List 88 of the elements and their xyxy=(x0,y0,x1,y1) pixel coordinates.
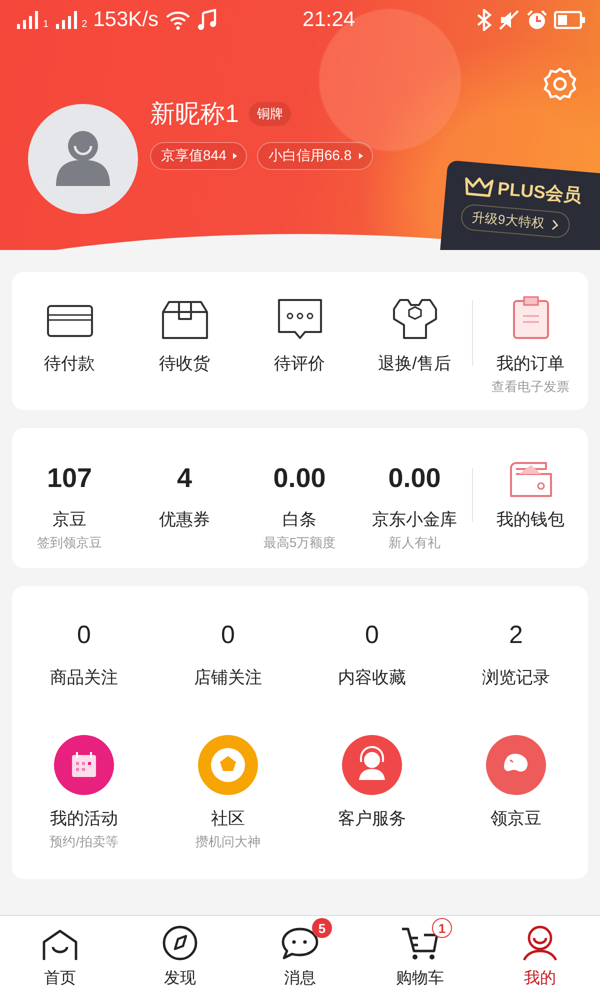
user-name: 新昵称1 xyxy=(150,99,239,130)
alarm-icon xyxy=(526,9,548,31)
clock: 21:24 xyxy=(302,8,356,32)
item-value: 4 xyxy=(176,462,192,495)
item-label: 白条 xyxy=(282,509,316,531)
wrench-icon xyxy=(392,298,438,340)
tab[interactable]: 首页 xyxy=(0,916,120,995)
service-entry[interactable]: 客户服务 xyxy=(338,735,406,851)
item-value: 0.00 xyxy=(273,462,326,495)
sim-number: 2 xyxy=(82,20,88,30)
item-value: 0.00 xyxy=(388,462,441,495)
music-icon xyxy=(196,9,217,31)
item-hint: 签到领京豆 xyxy=(37,534,102,552)
count-entry[interactable]: 0 店铺关注 xyxy=(194,620,262,689)
score-chip[interactable]: 小白信用66.8 xyxy=(257,142,373,170)
item-value: 0 xyxy=(365,620,379,650)
order-entry[interactable]: 待评价 xyxy=(242,290,357,396)
item-label: 我的活动 xyxy=(50,808,118,830)
chevron-icon xyxy=(552,218,560,230)
item-value: 0 xyxy=(221,620,235,650)
item-label: 社区 xyxy=(211,808,245,830)
tab[interactable]: 5 消息 xyxy=(240,916,360,995)
item-label: 领京豆 xyxy=(490,808,542,830)
item-value: 107 xyxy=(46,462,92,495)
item-label: 京东小金库 xyxy=(372,509,457,531)
bluetooth-icon xyxy=(476,9,492,31)
item-label: 优惠券 xyxy=(159,509,210,531)
count-entry[interactable]: 0 商品关注 xyxy=(50,620,118,689)
item-hint: 攒机问大神 xyxy=(196,833,260,851)
mute-icon xyxy=(498,9,520,31)
item-label: 待收货 xyxy=(159,353,210,375)
item-label: 待付款 xyxy=(44,353,95,375)
item-label: 浏览记录 xyxy=(482,667,550,689)
wifi-icon xyxy=(164,10,191,30)
item-hint: 最高5万额度 xyxy=(263,534,336,552)
sim-number: 1 xyxy=(43,20,49,30)
order-entry[interactable]: 我的订单 查看电子发票 xyxy=(473,290,588,396)
service-entry[interactable]: 领京豆 xyxy=(486,735,546,851)
count-entry[interactable]: 2 浏览记录 xyxy=(482,620,550,689)
member-level-badge: 铜牌 xyxy=(248,102,291,126)
compass-icon xyxy=(161,924,199,962)
item-value: 0 xyxy=(77,620,91,650)
wallet-entry[interactable]: 0.00 白条 最高5万额度 xyxy=(242,458,357,552)
order-entry[interactable]: 待收货 xyxy=(127,290,242,396)
item-value: 2 xyxy=(509,620,523,650)
wallet-entry[interactable]: 0.00 京东小金库 新人有礼 xyxy=(357,458,472,552)
cart-icon xyxy=(400,926,440,962)
battery-icon xyxy=(554,11,586,29)
notification-badge: 5 xyxy=(312,918,332,938)
wallet-entry[interactable]: 我的钱包 xyxy=(473,458,588,552)
tab[interactable]: 发现 xyxy=(120,916,240,995)
upgrade-button[interactable]: 升级9大特权 xyxy=(460,203,572,239)
wallet-entry[interactable]: 107 京豆 签到领京豆 xyxy=(12,458,127,552)
tab[interactable]: 我的 xyxy=(480,916,600,995)
order-entry[interactable]: 退换/售后 xyxy=(357,290,472,396)
chat-icon xyxy=(280,926,320,962)
item-label: 店铺关注 xyxy=(194,667,262,689)
settings-icon[interactable] xyxy=(542,66,578,102)
order-entry[interactable]: 待付款 xyxy=(12,290,127,396)
item-label: 待评价 xyxy=(274,353,325,375)
item-label: 我的订单 xyxy=(496,353,564,375)
item-label: 我的钱包 xyxy=(496,509,564,531)
network-speed: 153K/s xyxy=(93,8,159,32)
score-chip[interactable]: 京享值844 xyxy=(150,142,248,170)
service-entry[interactable]: 我的活动 预约/拍卖等 xyxy=(50,735,118,851)
wallet-entry[interactable]: 4 优惠券 xyxy=(127,458,242,552)
clipboard-icon xyxy=(510,294,550,340)
caret-icon xyxy=(232,152,238,160)
item-label: 商品关注 xyxy=(50,667,118,689)
notification-badge: 1 xyxy=(432,918,452,938)
item-hint: 预约/拍卖等 xyxy=(50,833,118,851)
plus-member-card[interactable]: PLUS会员 升级9大特权 xyxy=(438,160,600,250)
item-hint: 新人有礼 xyxy=(388,534,440,552)
card-icon xyxy=(46,302,94,340)
person-icon xyxy=(520,924,560,962)
item-label: 内容收藏 xyxy=(338,667,406,689)
item-label: 客户服务 xyxy=(338,808,406,830)
home-icon xyxy=(40,928,80,962)
box-icon xyxy=(160,300,208,340)
item-label: 京豆 xyxy=(52,509,86,531)
chat-icon xyxy=(276,298,322,340)
item-label: 退换/售后 xyxy=(378,353,451,375)
crown-icon xyxy=(462,176,495,198)
service-entry[interactable]: 社区 攒机问大神 xyxy=(196,735,260,851)
item-hint: 查看电子发票 xyxy=(492,378,570,396)
tab[interactable]: 1 购物车 xyxy=(360,916,480,995)
caret-icon xyxy=(358,152,364,160)
count-entry[interactable]: 0 内容收藏 xyxy=(338,620,406,689)
